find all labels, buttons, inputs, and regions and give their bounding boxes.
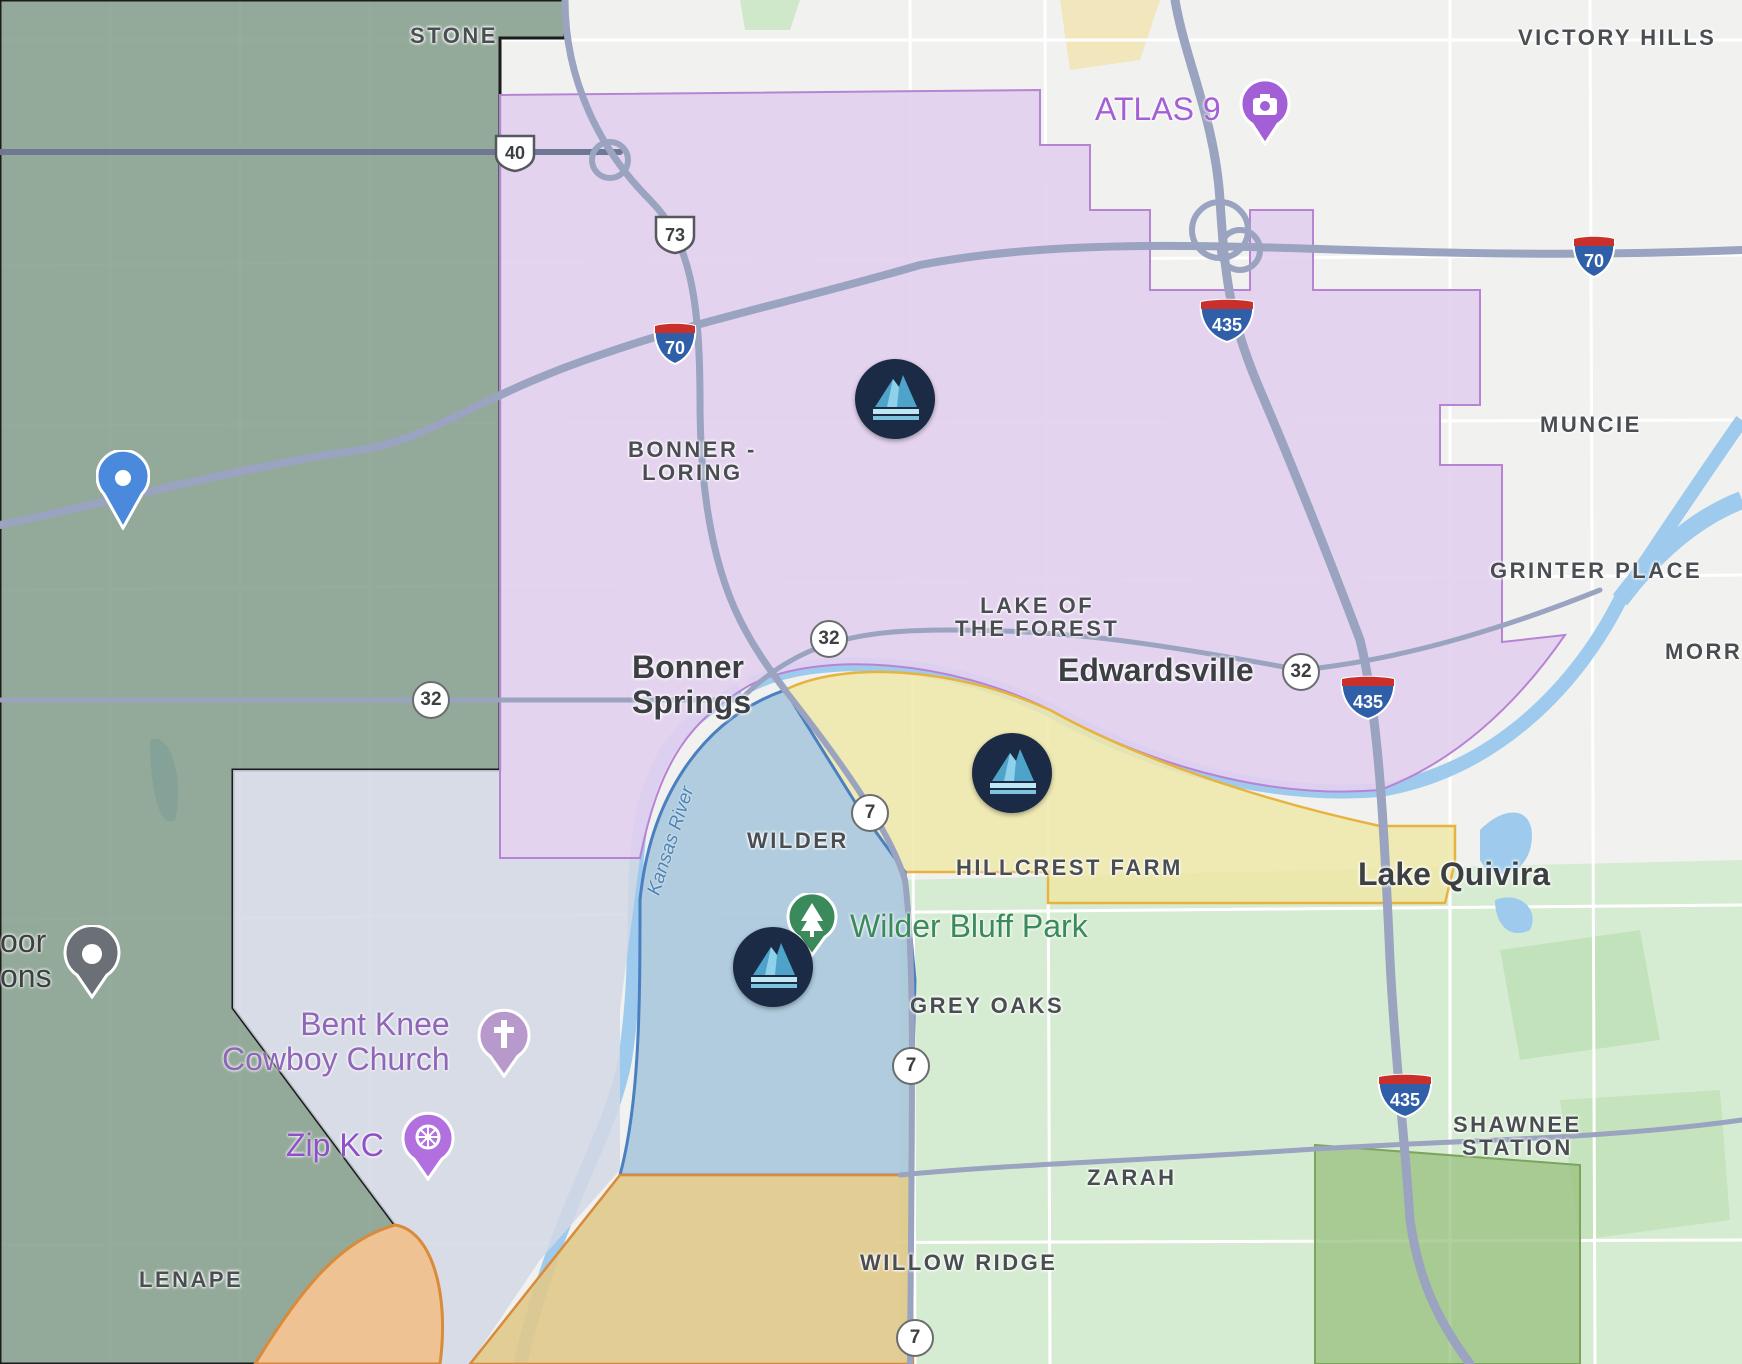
neighborhood-label-hillcrest-farm: HILLCREST FARM: [956, 855, 1183, 880]
city-label-edwardsville[interactable]: Edwardsville: [1058, 653, 1254, 688]
poi-label-atlas-9[interactable]: ATLAS 9: [1095, 92, 1221, 127]
state-route-shield: 32: [1282, 653, 1320, 691]
state-route-shield: 7: [892, 1047, 930, 1085]
neighborhood-label-victory-hills: VICTORY HILLS: [1518, 25, 1717, 50]
state-route-shield: 7: [896, 1319, 934, 1357]
neighborhood-label-grinter-place: GRINTER PLACE: [1490, 558, 1703, 583]
state-route-shield: 32: [810, 620, 848, 658]
interstate-shield: 70: [1571, 235, 1617, 279]
interstate-shield: 435: [1198, 298, 1256, 344]
neighborhood-label-zarah: ZARAH: [1087, 1165, 1177, 1190]
neighborhood-label-morris: MORRI: [1665, 639, 1742, 664]
church-cross-icon[interactable]: [476, 1008, 532, 1078]
neighborhood-label-lake-of-the-forest: LAKE OF THE FOREST: [955, 593, 1120, 641]
poi-label-bent-knee[interactable]: Bent Knee Cowboy Church: [222, 1007, 450, 1077]
interstate-shield: 435: [1376, 1073, 1434, 1119]
neighborhood-label-grey-oaks: GREY OAKS: [910, 993, 1065, 1018]
school-marker-icon[interactable]: [855, 359, 935, 439]
school-marker-icon[interactable]: [733, 927, 813, 1007]
us-highway-shield: 73: [652, 214, 698, 256]
city-label-bonner-springs[interactable]: Bonner Springs: [632, 650, 751, 720]
neighborhood-label-muncie: MUNCIE: [1540, 412, 1642, 437]
neighborhood-label-wilder: WILDER: [747, 828, 849, 853]
neighborhood-label-stone: STONE: [410, 23, 498, 48]
school-marker-icon[interactable]: [972, 733, 1052, 813]
map-view[interactable]: STONE VICTORY HILLS MUNCIE BONNER - LORI…: [0, 0, 1742, 1364]
state-route-shield: 7: [851, 794, 889, 832]
interstate-shield: 70: [652, 322, 698, 366]
poi-label-wilder-bluff-park[interactable]: Wilder Bluff Park: [850, 909, 1088, 944]
poi-label-partial[interactable]: oor ons: [0, 924, 52, 994]
poi-label-zip-kc[interactable]: Zip KC: [286, 1128, 384, 1163]
generic-place-icon[interactable]: [62, 925, 122, 999]
neighborhood-label-willow-ridge: WILLOW RIDGE: [860, 1250, 1058, 1275]
camera-poi-icon[interactable]: [1238, 76, 1292, 146]
location-pin-icon[interactable]: [96, 450, 150, 530]
city-label-lake-quivira[interactable]: Lake Quivira: [1358, 857, 1550, 892]
state-route-shield: 32: [412, 681, 450, 719]
neighborhood-label-shawnee-station: SHAWNEE STATION: [1453, 1112, 1582, 1160]
neighborhood-label-lenape: LENAPE: [139, 1267, 244, 1292]
us-highway-shield: 40: [492, 133, 538, 173]
neighborhood-label-bonner-loring: BONNER - LORING: [628, 437, 757, 485]
interstate-shield: 435: [1339, 675, 1397, 721]
amusement-ride-icon[interactable]: [400, 1111, 456, 1181]
